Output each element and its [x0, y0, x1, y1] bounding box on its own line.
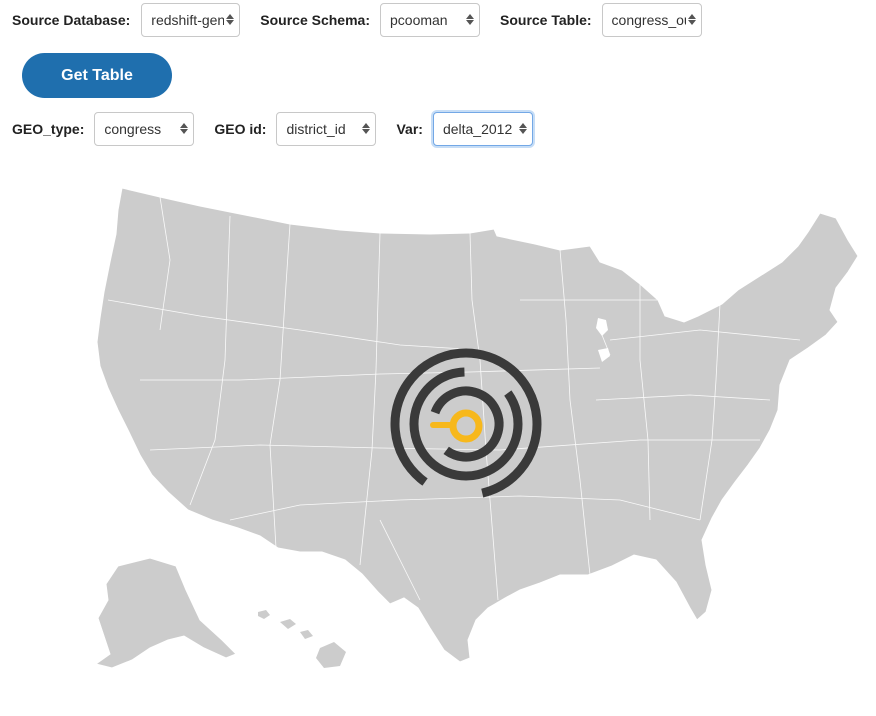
var-label: Var: [396, 121, 423, 137]
up-down-arrow-icon [464, 13, 474, 29]
geo-type-select[interactable]: congress [94, 112, 195, 146]
source-schema-select[interactable]: pcooman [380, 3, 480, 37]
up-down-arrow-icon [224, 13, 235, 29]
get-table-button[interactable]: Get Table [22, 53, 172, 98]
source-database-select[interactable]: redshift-gen [141, 3, 241, 37]
geo-id-select[interactable]: district_id [276, 112, 377, 146]
hawaii-shapes[interactable] [258, 610, 346, 668]
geo-id-value: district_id [286, 121, 346, 137]
contiguous-us-shape[interactable] [96, 187, 859, 663]
source-table-label: Source Table: [500, 12, 592, 28]
up-down-arrow-icon [360, 122, 371, 138]
us-congressional-districts-map [94, 187, 859, 669]
source-schema-value: pcooman [390, 12, 448, 28]
geo-controls-row: GEO_type: congress GEO id: district_id V… [12, 112, 533, 146]
up-down-arrow-icon [685, 13, 696, 29]
source-schema-label: Source Schema: [260, 12, 370, 28]
var-select[interactable]: delta_2012 [432, 112, 533, 146]
source-table-select[interactable]: congress_ou [601, 3, 702, 37]
var-value: delta_2012 [442, 121, 513, 137]
source-controls-row: Source Database: redshift-gen Source Sch… [12, 3, 702, 37]
geo-type-value: congress [104, 121, 162, 137]
up-down-arrow-icon [516, 122, 527, 138]
alaska-shape[interactable] [94, 557, 237, 669]
up-down-arrow-icon [178, 122, 189, 138]
geo-id-label: GEO id: [214, 121, 267, 137]
source-table-value: congress_ou [611, 12, 692, 28]
source-database-label: Source Database: [12, 12, 131, 28]
geo-type-label: GEO_type: [12, 121, 85, 137]
source-database-value: redshift-gen [151, 12, 226, 28]
